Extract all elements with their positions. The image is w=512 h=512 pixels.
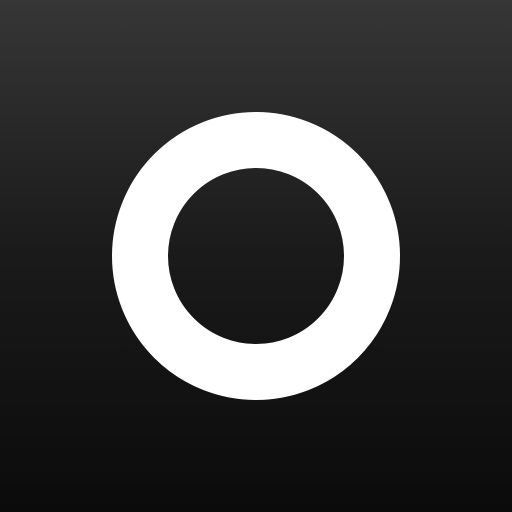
ring-shape	[112, 112, 400, 400]
ring-logo-icon	[112, 112, 400, 400]
app-icon-tile	[0, 0, 512, 512]
